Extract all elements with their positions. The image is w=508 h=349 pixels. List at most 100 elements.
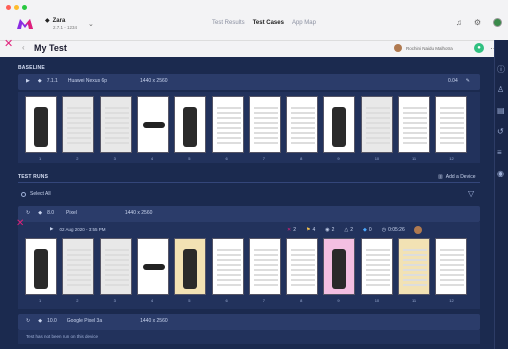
refresh-icon[interactable]: ↻ (26, 210, 30, 216)
project-selector[interactable]: ◆ Zara 2.7.1 - 1234 (45, 17, 78, 31)
tab-test-results[interactable]: Test Results (212, 20, 245, 26)
select-all-row[interactable]: Select All (21, 191, 51, 197)
frame-number: 12 (449, 156, 454, 161)
gear-icon[interactable]: ⚙ (474, 18, 481, 27)
history-icon[interactable]: ↺ (497, 127, 504, 136)
screenshot-frame[interactable] (211, 238, 244, 295)
add-device-button[interactable]: ▥ Add a Device (438, 174, 475, 180)
frame-number: 6 (225, 156, 228, 161)
pencil-icon[interactable]: ✎ (466, 78, 470, 84)
run-button[interactable]: ● (474, 43, 484, 53)
frame-content (440, 107, 465, 145)
bell-icon[interactable]: ♫ (456, 18, 462, 27)
flagged-count: 4 (312, 227, 316, 233)
clipboard-icon[interactable]: ▤ (497, 106, 505, 115)
frame-content (403, 249, 427, 287)
screenshot-frame[interactable] (174, 238, 207, 295)
tab-test-cases[interactable]: Test Cases (253, 20, 284, 26)
back-chevron-icon[interactable]: ‹ (22, 43, 25, 52)
user-info[interactable]: Rochini Naidu Malhotra (394, 44, 453, 52)
screenshot-frame[interactable] (248, 96, 281, 153)
screenshot-frame[interactable] (211, 96, 244, 153)
frame-content (183, 107, 198, 147)
frame-number: 9 (337, 156, 340, 161)
run-time: 0:05:26 (388, 227, 405, 233)
screenshot-frame[interactable] (360, 238, 393, 295)
brand-x-icon: ✕ (16, 218, 25, 229)
screenshot-frame[interactable] (25, 96, 57, 153)
window-controls[interactable] (6, 5, 27, 10)
screenshot-frame[interactable] (99, 96, 132, 153)
screenshot-frame[interactable] (286, 96, 319, 153)
refresh-icon[interactable]: ↻ (26, 318, 30, 324)
frame-content (253, 107, 278, 145)
baseline-duration: 0.04 ✎ (448, 78, 470, 84)
maximize-window-button[interactable] (22, 5, 27, 10)
frame-content (34, 249, 48, 289)
play-icon[interactable]: ▶ (50, 226, 53, 232)
frame-content (142, 122, 165, 128)
screenshot-frame[interactable] (360, 96, 393, 153)
run-stats: ✕ 2 ⚑ 4 ◉ 2 △ 2 ◆ 0 ◷ 0:05:26 (287, 226, 422, 234)
screenshot-frame[interactable] (136, 238, 169, 295)
right-sidebar: ⓘ ♙ ▤ ↺ ≡ ◉ (494, 40, 508, 349)
toolbar-icons: ♫ ⚙ (456, 18, 502, 27)
failed-count: 2 (293, 227, 296, 233)
frame-content (67, 249, 92, 287)
brand-x-icon: ✕ (4, 38, 14, 50)
settings-icon[interactable]: ◉ (497, 169, 504, 178)
screenshot-frame[interactable] (398, 238, 430, 295)
frame-number: 4 (150, 298, 154, 303)
frame-content (183, 249, 198, 289)
close-window-button[interactable] (6, 5, 11, 10)
people-icon[interactable]: ♙ (497, 85, 504, 94)
info-icon[interactable]: ⓘ (497, 64, 505, 75)
device-name: Google Pixel 3a (66, 318, 103, 324)
screenshot-frame[interactable] (174, 96, 207, 153)
screenshot-frame[interactable] (25, 238, 57, 295)
screenshot-frame[interactable] (136, 96, 169, 153)
screenshot-frame[interactable] (248, 238, 281, 295)
tab-app-map[interactable]: App Map (292, 20, 316, 26)
frame-number: 8 (300, 298, 303, 303)
page-title: My Test (34, 43, 67, 53)
clock-icon: ◷ (381, 227, 387, 233)
frame-number: 8 (300, 156, 303, 161)
android-icon: ◆ (38, 210, 43, 216)
screenshot-frame[interactable] (323, 96, 356, 153)
chevron-down-icon[interactable]: ⌄ (88, 20, 94, 28)
screenshot-frame[interactable] (99, 238, 132, 295)
frame-number: 7 (262, 156, 266, 161)
test-runs-label: TEST RUNS (18, 174, 49, 180)
screenshot-frame[interactable] (62, 96, 95, 153)
screenshot-frame[interactable] (323, 238, 356, 295)
avatar[interactable] (493, 18, 502, 27)
minimize-window-button[interactable] (14, 5, 19, 10)
project-version: 2.7.1 - 1234 (53, 25, 78, 30)
frame-content (365, 249, 390, 287)
select-all-radio[interactable] (21, 191, 26, 197)
list-icon[interactable]: ≡ (497, 148, 502, 157)
run-note: Test has not been run on this device (26, 334, 99, 339)
android-icon: ◆ (45, 18, 50, 24)
frame-number: 3 (113, 156, 116, 161)
run-device-row-2: ↻ ◆ 10.0 Google Pixel 3a 1440 x 2560 (26, 318, 168, 324)
frame-number: 9 (337, 298, 340, 303)
divider (18, 182, 480, 183)
filter-icon[interactable]: ▽ (468, 189, 474, 198)
play-icon[interactable]: ▶ (26, 78, 30, 84)
screenshot-frame[interactable] (62, 238, 95, 295)
screenshot-frame[interactable] (286, 238, 319, 295)
screenshot-frame[interactable] (398, 96, 430, 153)
frame-content (291, 107, 316, 145)
frame-content (440, 249, 465, 287)
frame-number: 11 (412, 298, 417, 303)
screenshot-frame[interactable] (435, 238, 468, 295)
frame-content (104, 249, 129, 287)
baseline-label: BASELINE (18, 65, 45, 71)
android-icon: ◆ (38, 318, 43, 324)
screenshot-frame[interactable] (435, 96, 468, 153)
frame-number: 2 (76, 156, 79, 161)
select-all-label: Select All (30, 191, 51, 197)
frame-number: 11 (412, 156, 417, 161)
